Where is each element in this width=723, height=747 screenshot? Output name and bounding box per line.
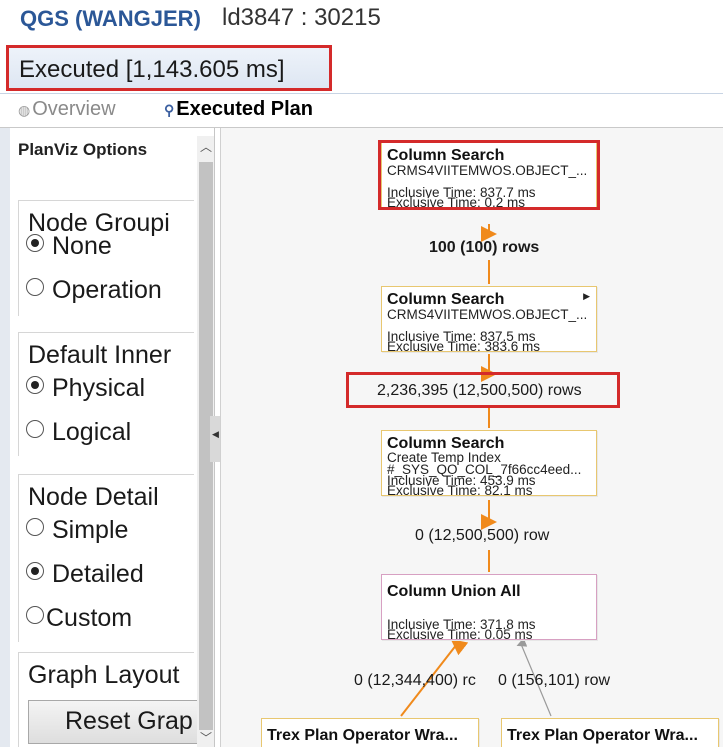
radio-selected-icon bbox=[26, 376, 44, 394]
radio-physical[interactable]: Physical bbox=[26, 374, 145, 403]
radio-simple[interactable]: Simple bbox=[26, 516, 128, 545]
radio-label: None bbox=[52, 232, 112, 260]
node-line: Exclusive Time: 82.1 ms bbox=[387, 483, 533, 496]
radio-unselected-icon bbox=[26, 606, 44, 624]
edge-label: 2,236,395 (12,500,500) rows bbox=[377, 382, 582, 399]
radio-operation[interactable]: Operation bbox=[26, 276, 162, 305]
node-title: Trex Plan Operator Wra... bbox=[267, 727, 458, 744]
editor-tab-strip: Executed [1,143.605 ms] bbox=[0, 44, 723, 94]
view-tabs: ◍ Overview ⚲ Executed Plan bbox=[0, 94, 723, 128]
radio-label: Logical bbox=[52, 418, 132, 446]
radio-none[interactable]: None bbox=[26, 232, 112, 261]
panel-header: PlanViz Options bbox=[18, 140, 148, 159]
plan-icon: ⚲ bbox=[164, 102, 175, 118]
radio-label: Custom bbox=[46, 604, 133, 632]
radio-selected-icon bbox=[26, 234, 44, 252]
node-title: Trex Plan Operator Wra... bbox=[507, 727, 698, 744]
title-bar: QGS (WANGJER) ld3847 : 30215 bbox=[0, 0, 723, 44]
node-line: CRMS4VIITEMWOS.OBJECT_... bbox=[387, 163, 588, 178]
tab-executed-plan[interactable]: ⚲ Executed Plan bbox=[164, 98, 313, 121]
scroll-down-icon[interactable]: ﹀ bbox=[197, 727, 214, 747]
edge-label: 0 (12,500,500) row bbox=[415, 527, 550, 544]
plan-node-trex-2[interactable]: Trex Plan Operator Wra... bbox=[501, 718, 719, 747]
radio-logical[interactable]: Logical bbox=[26, 418, 131, 447]
radio-label: Detailed bbox=[52, 560, 144, 588]
plan-node-column-search-3[interactable]: Column Search Create Temp Index #_SYS_QO… bbox=[381, 430, 597, 496]
tab-overview-label: Overview bbox=[32, 98, 116, 120]
edge-label: 0 (156,101) row bbox=[498, 672, 611, 689]
radio-custom[interactable]: Custom bbox=[26, 604, 132, 633]
node-line: CRMS4VIITEMWOS.OBJECT_... bbox=[387, 307, 588, 322]
collapse-panel-handle[interactable]: ◀ bbox=[210, 416, 220, 462]
plan-canvas[interactable]: Column Search CRMS4VIITEMWOS.OBJECT_... … bbox=[220, 128, 723, 747]
edge-label: 100 (100) rows bbox=[429, 239, 540, 256]
node-line: Exclusive Time: 0.2 ms bbox=[387, 195, 526, 208]
overview-icon: ◍ bbox=[18, 102, 31, 118]
radio-unselected-icon bbox=[26, 278, 44, 296]
plan-node-trex-1[interactable]: Trex Plan Operator Wra... bbox=[261, 718, 479, 747]
system-name: QGS (WANGJER) bbox=[20, 6, 201, 31]
group-title: Default Inner bbox=[28, 341, 172, 369]
play-icon: ▶ bbox=[583, 291, 590, 301]
plan-node-column-search-1[interactable]: Column Search CRMS4VIITEMWOS.OBJECT_... … bbox=[381, 142, 597, 208]
radio-label: Physical bbox=[52, 374, 146, 402]
tab-overview[interactable]: ◍ Overview bbox=[18, 98, 116, 121]
left-edge-strip bbox=[0, 128, 10, 747]
radio-unselected-icon bbox=[26, 518, 44, 536]
radio-label: Simple bbox=[52, 516, 129, 544]
tab-executed-plan-label: Executed Plan bbox=[176, 98, 313, 120]
node-line: Exclusive Time: 0.05 ms bbox=[387, 627, 533, 640]
group-title: Node Detail bbox=[28, 483, 159, 511]
editor-tab-executed[interactable]: Executed [1,143.605 ms] bbox=[8, 46, 330, 90]
edge-label: 0 (12,344,400) rc bbox=[354, 672, 476, 689]
radio-label: Operation bbox=[52, 276, 162, 304]
plan-node-column-search-2[interactable]: Column Search ▶ CRMS4VIITEMWOS.OBJECT_..… bbox=[381, 286, 597, 352]
radio-unselected-icon bbox=[26, 420, 44, 438]
planviz-options-panel: PlanViz Options Node Groupi None Operati… bbox=[10, 128, 215, 747]
plan-node-column-union-all[interactable]: Column Union All Inclusive Time: 371.8 m… bbox=[381, 574, 597, 640]
node-title: Column Union All bbox=[387, 583, 521, 600]
chevron-left-icon: ◀ bbox=[212, 430, 219, 440]
node-line: Exclusive Time: 383.6 ms bbox=[387, 339, 541, 352]
group-title: Graph Layout bbox=[28, 661, 180, 689]
reset-graph-button[interactable]: Reset Grap bbox=[28, 700, 214, 744]
radio-selected-icon bbox=[26, 562, 44, 580]
editor-tab-label: Executed [1,143.605 ms] bbox=[19, 56, 285, 83]
scroll-up-icon[interactable]: ︿ bbox=[197, 136, 214, 158]
session-id: ld3847 : 30215 bbox=[222, 4, 381, 31]
radio-detailed[interactable]: Detailed bbox=[26, 560, 144, 589]
